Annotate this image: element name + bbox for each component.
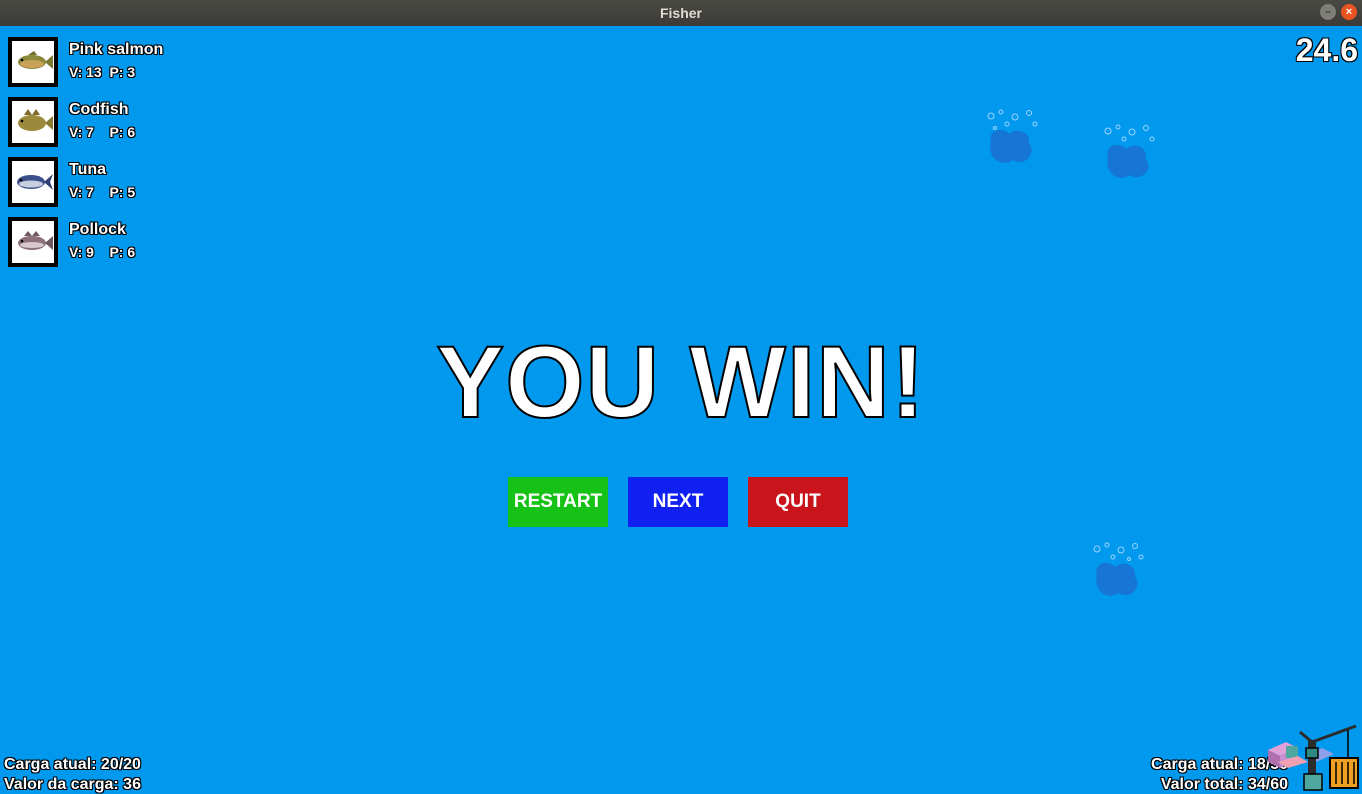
tuna-icon: [8, 157, 58, 207]
fish-name: Tuna: [69, 161, 107, 178]
fish-item-pollock: Pollock V: 9 P: 6: [8, 217, 308, 267]
boat-current-load: Carga atual: 20/20: [4, 756, 141, 773]
game-canvas: Pink salmon V: 13 P: 3 Codfish V: 7 P: 6…: [0, 26, 1362, 794]
timer: 24.6: [1295, 32, 1358, 68]
fish-name: Pollock: [69, 221, 126, 238]
restart-button[interactable]: RESTART: [508, 477, 608, 527]
window-titlebar: Fisher – ×: [0, 0, 1362, 26]
fish-stats: V: 7 P: 6: [69, 124, 136, 140]
result-title: YOU WIN!: [435, 324, 926, 440]
pollock-icon: [8, 217, 58, 267]
bubbles-icon: [1093, 542, 1144, 596]
fish-item-pink-salmon: Pink salmon V: 13 P: 3: [8, 37, 308, 87]
fish-stats: V: 13 P: 3: [69, 64, 136, 80]
codfish-icon: [8, 97, 58, 147]
next-button[interactable]: NEXT: [628, 477, 728, 527]
fish-item-tuna: Tuna V: 7 P: 5: [8, 157, 308, 207]
close-button[interactable]: ×: [1341, 4, 1357, 20]
fish-stats: V: 9 P: 6: [69, 244, 136, 260]
minimize-button[interactable]: –: [1320, 4, 1336, 20]
boat-load-value: Valor da carga: 36: [4, 776, 141, 793]
fish-stats: V: 7 P: 5: [69, 184, 136, 200]
fish-name: Pink salmon: [69, 41, 164, 58]
bubbles-icon: [987, 109, 1038, 163]
port-crane-icon: [1268, 724, 1359, 791]
quit-button[interactable]: QUIT: [748, 477, 848, 527]
fish-name: Codfish: [69, 101, 129, 118]
bubbles-icon: [1104, 124, 1155, 178]
fish-item-codfish: Codfish V: 7 P: 6: [8, 97, 308, 147]
pink-salmon-icon: [8, 37, 58, 87]
window-title: Fisher: [659, 5, 702, 21]
